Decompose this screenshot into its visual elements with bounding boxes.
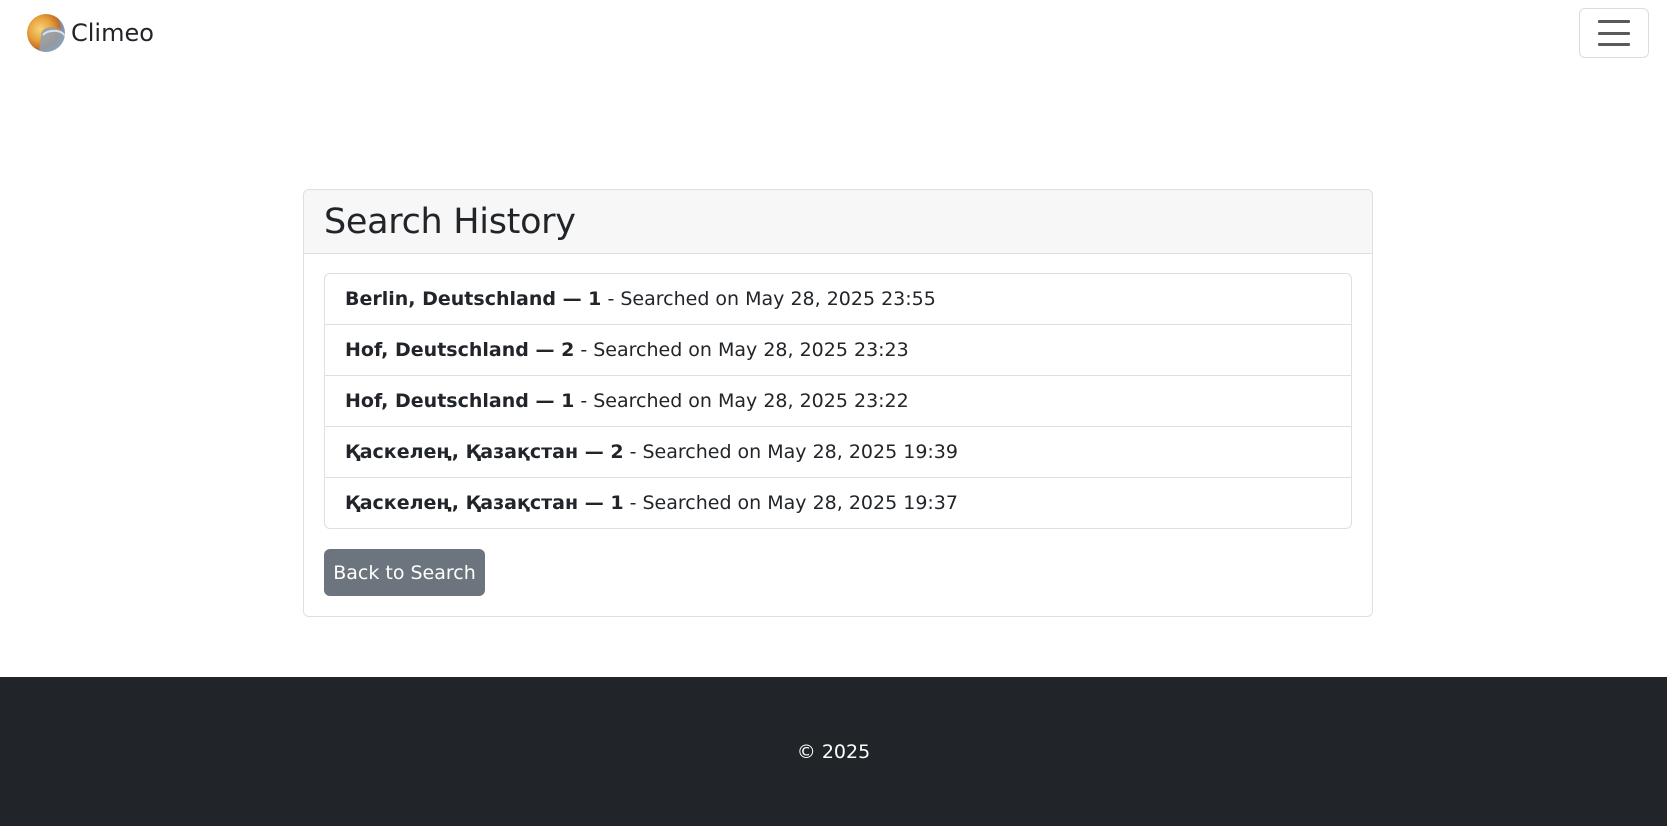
list-item: Hof, Deutschland — 2 - Searched on May 2… bbox=[325, 325, 1351, 376]
card-header: Search History bbox=[304, 190, 1372, 254]
list-item: Berlin, Deutschland — 1 - Searched on Ma… bbox=[325, 274, 1351, 325]
search-history-list: Berlin, Deutschland — 1 - Searched on Ma… bbox=[324, 273, 1352, 529]
history-timestamp: - Searched on May 28, 2025 19:37 bbox=[629, 492, 958, 514]
list-item: Hof, Deutschland — 1 - Searched on May 2… bbox=[325, 376, 1351, 427]
history-timestamp: - Searched on May 28, 2025 23:55 bbox=[607, 288, 936, 310]
history-location: Қаскелең, Қазақстан — 1 bbox=[345, 492, 624, 514]
brand-name: Climeo bbox=[71, 19, 154, 47]
brand-link[interactable]: Climeo bbox=[27, 14, 154, 52]
history-location: Hof, Deutschland — 2 bbox=[345, 339, 575, 361]
hamburger-menu-icon bbox=[1598, 20, 1630, 46]
back-to-search-button[interactable]: Back to Search bbox=[324, 549, 485, 596]
page-title: Search History bbox=[324, 201, 576, 242]
history-timestamp: - Searched on May 28, 2025 19:39 bbox=[629, 441, 958, 463]
history-location: Қаскелең, Қазақстан — 2 bbox=[345, 441, 624, 463]
history-location: Hof, Deutschland — 1 bbox=[345, 390, 575, 412]
navbar: Climeo bbox=[0, 0, 1667, 66]
footer: © 2025 bbox=[0, 677, 1667, 826]
history-timestamp: - Searched on May 28, 2025 23:23 bbox=[580, 339, 909, 361]
list-item: Қаскелең, Қазақстан — 1 - Searched on Ma… bbox=[325, 478, 1351, 528]
sun-cloud-logo-icon bbox=[27, 14, 65, 52]
copyright-text: © 2025 bbox=[796, 740, 871, 763]
history-timestamp: - Searched on May 28, 2025 23:22 bbox=[580, 390, 909, 412]
history-location: Berlin, Deutschland — 1 bbox=[345, 288, 602, 310]
list-item: Қаскелең, Қазақстан — 2 - Searched on Ma… bbox=[325, 427, 1351, 478]
navbar-toggle-button[interactable] bbox=[1579, 8, 1649, 58]
search-history-card: Search History Berlin, Deutschland — 1 -… bbox=[303, 189, 1373, 617]
